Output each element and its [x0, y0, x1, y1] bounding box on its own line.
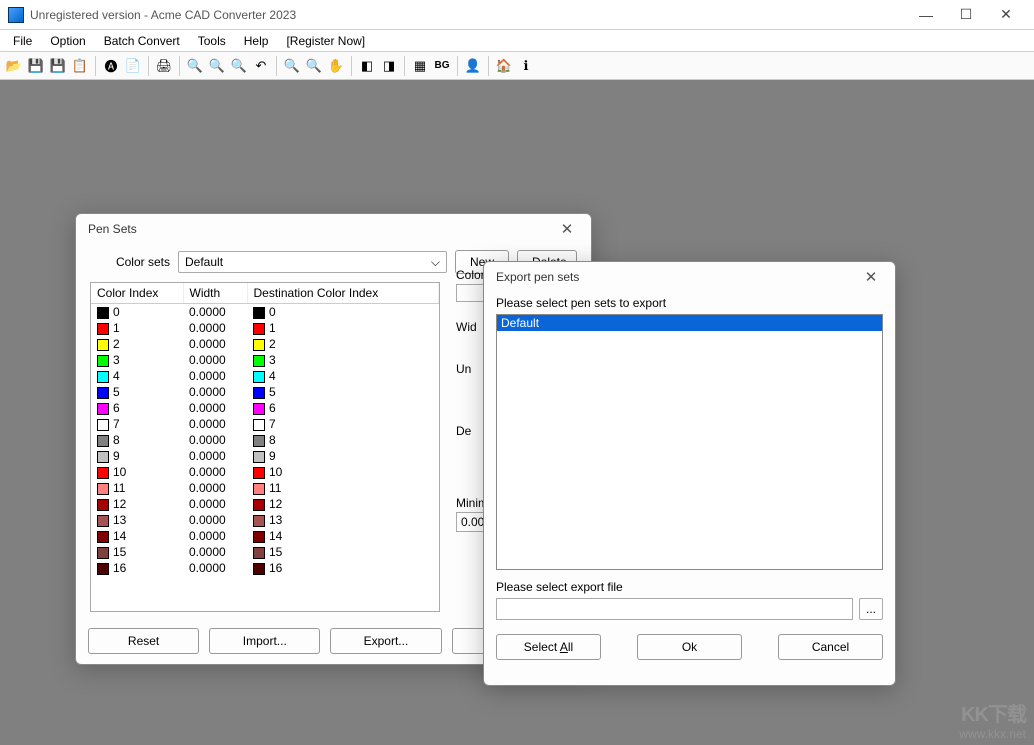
col-width[interactable]: Width	[183, 283, 247, 304]
color-sets-value: Default	[185, 255, 223, 269]
user-icon[interactable]: 👤	[463, 56, 483, 76]
table-row[interactable]: 150.000015	[91, 544, 439, 560]
close-app-button[interactable]: ✕	[986, 1, 1026, 29]
open-icon[interactable]: 📂	[4, 56, 24, 76]
workspace: Pen Sets ✕ Color sets Default ⌵ New Dele…	[0, 80, 1034, 745]
watermark-logo: KK下载	[959, 698, 1026, 727]
export-pen-sets-dialog: Export pen sets ✕ Please select pen sets…	[483, 261, 896, 686]
minimize-button[interactable]: —	[906, 1, 946, 29]
table-row[interactable]: 90.00009	[91, 448, 439, 464]
pen-sets-titlebar[interactable]: Pen Sets ✕	[76, 214, 591, 244]
export-title: Export pen sets	[496, 270, 579, 284]
home-icon[interactable]: 🏠	[494, 56, 514, 76]
zoom-out-icon[interactable]: 🔍	[207, 56, 227, 76]
export-cancel-button[interactable]: Cancel	[778, 634, 883, 660]
watermark: KK下载 www.kkx.net	[959, 698, 1026, 741]
menu-batch-convert[interactable]: Batch Convert	[95, 32, 189, 50]
table-row[interactable]: 40.00004	[91, 368, 439, 384]
toolbar: 📂 💾 💾 📋 🅐 📄 🖨 🔍 🔍 🔍 ↶ 🔍 🔍 ✋ ◧ ◨ ▦ BG 👤 🏠…	[0, 52, 1034, 80]
acme-icon[interactable]: 🅐	[101, 56, 121, 76]
browse-button[interactable]: ...	[859, 598, 883, 620]
bg-icon[interactable]: BG	[432, 56, 452, 76]
color-sets-label: Color sets	[90, 255, 170, 269]
export-titlebar[interactable]: Export pen sets ✕	[484, 262, 895, 292]
zoom-window-icon[interactable]: 🔍	[229, 56, 249, 76]
save-icon[interactable]: 💾	[26, 56, 46, 76]
pen-sets-close-button[interactable]: ✕	[555, 217, 579, 241]
menu-tools[interactable]: Tools	[189, 32, 235, 50]
table-row[interactable]: 60.00006	[91, 400, 439, 416]
page-setup-icon[interactable]: 📄	[123, 56, 143, 76]
save-as-icon[interactable]: 💾	[48, 56, 68, 76]
reset-button[interactable]: Reset	[88, 628, 199, 654]
menu-help[interactable]: Help	[235, 32, 278, 50]
menu-file[interactable]: File	[4, 32, 41, 50]
zoom-all-icon[interactable]: 🔍	[304, 56, 324, 76]
table-row[interactable]: 110.000011	[91, 480, 439, 496]
export-close-button[interactable]: ✕	[859, 265, 883, 289]
print-icon[interactable]: 🖨	[154, 56, 174, 76]
table-row[interactable]: 70.00007	[91, 416, 439, 432]
chevron-down-icon: ⌵	[431, 255, 440, 270]
table-row[interactable]: 140.000014	[91, 528, 439, 544]
app-title: Unregistered version - Acme CAD Converte…	[30, 8, 906, 22]
pan-icon[interactable]: ✋	[326, 56, 346, 76]
about-icon[interactable]: ℹ	[516, 56, 536, 76]
col-color-index[interactable]: Color Index	[91, 283, 183, 304]
table-row[interactable]: 20.00002	[91, 336, 439, 352]
menubar: FileOptionBatch ConvertToolsHelp[Registe…	[0, 30, 1034, 52]
table-row[interactable]: 10.00001	[91, 320, 439, 336]
export-file-input[interactable]	[496, 598, 853, 620]
table-row[interactable]: 120.000012	[91, 496, 439, 512]
maximize-button[interactable]: ☐	[946, 1, 986, 29]
menu-register-now[interactable]: [Register Now]	[277, 32, 374, 50]
color-sets-select[interactable]: Default ⌵	[178, 251, 447, 273]
zoom-in-icon[interactable]: 🔍	[185, 56, 205, 76]
zoom-prev-icon[interactable]: ↶	[251, 56, 271, 76]
table-row[interactable]: 130.000013	[91, 512, 439, 528]
table-row[interactable]: 00.00000	[91, 304, 439, 321]
info-icon[interactable]: ▦	[410, 56, 430, 76]
app-icon	[8, 7, 24, 23]
table-row[interactable]: 80.00008	[91, 432, 439, 448]
table-row[interactable]: 30.00003	[91, 352, 439, 368]
export-button[interactable]: Export...	[330, 628, 441, 654]
layers-icon[interactable]: ◧	[357, 56, 377, 76]
app-titlebar: Unregistered version - Acme CAD Converte…	[0, 0, 1034, 30]
zoom-extents-icon[interactable]: 🔍	[282, 56, 302, 76]
list-item-default[interactable]: Default	[497, 315, 882, 331]
table-row[interactable]: 160.000016	[91, 560, 439, 576]
pen-sets-title: Pen Sets	[88, 222, 137, 236]
copy-icon[interactable]: 📋	[70, 56, 90, 76]
table-row[interactable]: 100.000010	[91, 464, 439, 480]
export-pen-sets-list[interactable]: Default	[496, 314, 883, 570]
select-all-button[interactable]: Select All	[496, 634, 601, 660]
pen-table[interactable]: Color Index Width Destination Color Inde…	[90, 282, 440, 612]
watermark-url: www.kkx.net	[959, 727, 1026, 741]
export-ok-button[interactable]: Ok	[637, 634, 742, 660]
layouts-icon[interactable]: ◨	[379, 56, 399, 76]
export-prompt-sets: Please select pen sets to export	[496, 296, 883, 310]
menu-option[interactable]: Option	[41, 32, 94, 50]
col-dest-color-index[interactable]: Destination Color Index	[247, 283, 439, 304]
export-prompt-file: Please select export file	[496, 580, 883, 594]
import-button[interactable]: Import...	[209, 628, 320, 654]
table-row[interactable]: 50.00005	[91, 384, 439, 400]
